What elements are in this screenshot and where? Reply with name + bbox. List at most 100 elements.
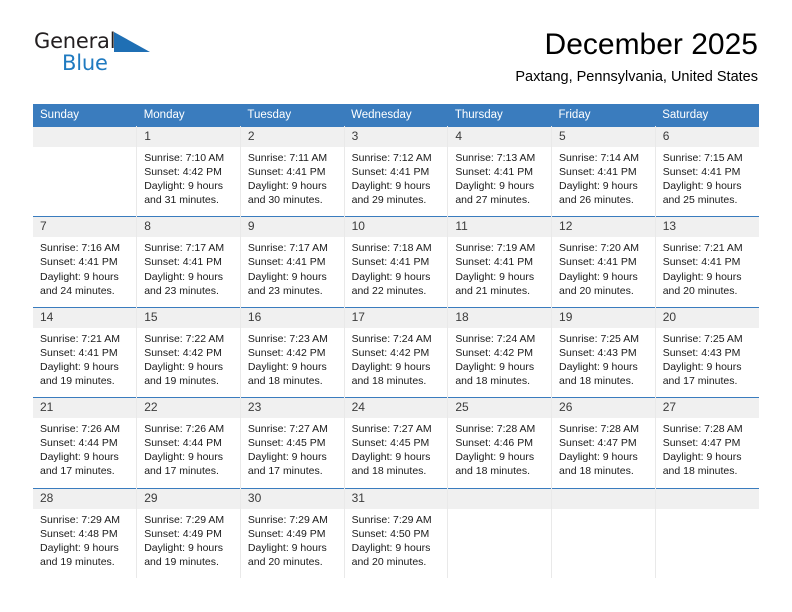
calendar-day-cell[interactable]: 2 Sunrise: 7:11 AM Sunset: 4:41 PM Daylight… [240,125,345,217]
day-number: 9 [240,217,344,238]
sunset-text: Sunset: 4:41 PM [559,166,637,179]
sunrise-text: Sunrise: 7:20 AM [559,242,639,255]
calendar-day-cell[interactable]: 15 Sunrise: 7:22 AM Sunset: 4:42 PM Dayligh… [136,306,241,398]
day-number: 26 [552,398,655,419]
sunrise-text: Sunrise: 7:26 AM [144,423,225,436]
daylight-text-line2: and 18 minutes. [559,465,634,478]
day-number: 5 [552,127,655,147]
calendar-cell-empty [33,125,138,217]
sunset-text: Sunset: 4:42 PM [144,346,222,359]
calendar-day-cell[interactable]: 11 Sunrise: 7:19 AM Sunset: 4:41 PM Dayligh… [447,216,553,308]
daylight-text-line1: Daylight: 9 hours [559,360,638,373]
daylight-text-line1: Daylight: 9 hours [662,270,742,283]
calendar-day-cell[interactable]: 18 Sunrise: 7:24 AM Sunset: 4:42 PM Dayligh… [447,306,553,398]
sunrise-text: Sunrise: 7:21 AM [40,332,120,345]
calendar-day-cell[interactable]: 10 Sunrise: 7:18 AM Sunset: 4:41 PM Dayligh… [344,216,449,308]
daylight-text-line2: and 23 minutes. [247,284,323,297]
sunrise-text: Sunrise: 7:10 AM [144,152,225,164]
calendar-day-cell[interactable]: 23 Sunrise: 7:27 AM Sunset: 4:45 PM Dayligh… [240,397,345,488]
calendar-day-cell[interactable]: 16 Sunrise: 7:23 AM Sunset: 4:42 PM Dayligh… [240,306,345,398]
sunset-text: Sunset: 4:41 PM [144,256,222,269]
daylight-text-line2: and 19 minutes. [40,555,115,568]
day-info: Sunrise: 7:22 AM Sunset: 4:42 PM Daylight:… [137,328,240,397]
sunset-text: Sunset: 4:47 PM [559,437,637,450]
sunset-text: Sunset: 4:45 PM [247,437,326,450]
calendar-day-cell[interactable]: 27 Sunrise: 7:28 AM Sunset: 4:47 PM Dayligh… [655,397,759,488]
page-title: December 2025 [544,28,758,61]
calendar-day-cell[interactable]: 30 Sunrise: 7:29 AM Sunset: 4:49 PM Dayligh… [240,487,345,578]
sunrise-text: Sunrise: 7:13 AM [455,152,536,164]
day-number: 27 [655,398,759,419]
general-blue-logo[interactable]: General Blue [34,30,164,78]
sunrise-text: Sunrise: 7:24 AM [351,332,432,345]
daylight-text-line2: and 31 minutes. [144,194,219,207]
calendar-day-cell[interactable]: 22 Sunrise: 7:26 AM Sunset: 4:44 PM Dayligh… [136,397,241,488]
calendar-day-cell[interactable]: 4 Sunrise: 7:13 AM Sunset: 4:41 PM Daylight… [447,125,553,217]
day-info: Sunrise: 7:13 AM Sunset: 4:41 PM Daylight:… [448,147,551,216]
sunrise-text: Sunrise: 7:27 AM [247,423,328,436]
day-number [448,488,552,509]
sunrise-text: Sunrise: 7:14 AM [559,152,639,164]
calendar-day-cell[interactable]: 31 Sunrise: 7:29 AM Sunset: 4:50 PM Dayligh… [344,487,449,578]
day-info: Sunrise: 7:12 AM Sunset: 4:41 PM Daylight:… [345,147,448,216]
daylight-text-line2: and 20 minutes. [559,284,634,297]
calendar-day-cell[interactable]: 14 Sunrise: 7:21 AM Sunset: 4:41 PM Dayligh… [33,306,138,398]
calendar-page: General Blue December 2025 Paxtang, Penn… [0,0,792,612]
calendar-day-cell[interactable]: 9 Sunrise: 7:17 AM Sunset: 4:41 PM Daylight… [240,216,345,308]
daylight-text-line2: and 24 minutes. [40,284,115,297]
sunset-text: Sunset: 4:42 PM [144,166,222,179]
day-number: 19 [552,307,655,328]
daylight-text-line2: and 17 minutes. [40,465,115,478]
sunset-text: Sunset: 4:46 PM [455,437,533,450]
calendar-day-cell[interactable]: 21 Sunrise: 7:26 AM Sunset: 4:44 PM Dayligh… [33,397,138,488]
weekday-header-sunday: Sunday [33,104,137,127]
calendar-day-cell[interactable]: 12 Sunrise: 7:20 AM Sunset: 4:41 PM Dayligh… [551,216,656,308]
calendar-day-cell[interactable]: 26 Sunrise: 7:28 AM Sunset: 4:47 PM Dayligh… [551,397,656,488]
calendar-day-cell[interactable]: 5 Sunrise: 7:14 AM Sunset: 4:41 PM Daylight… [551,125,656,217]
sunset-text: Sunset: 4:44 PM [40,437,118,450]
calendar-day-cell[interactable]: 13 Sunrise: 7:21 AM Sunset: 4:41 PM Dayligh… [655,216,759,308]
calendar-day-cell[interactable]: 8 Sunrise: 7:17 AM Sunset: 4:41 PM Daylight… [136,216,241,308]
sunrise-text: Sunrise: 7:17 AM [144,242,225,255]
logo-text-blue: Blue [62,51,108,75]
day-number: 28 [33,488,137,509]
daylight-text-line1: Daylight: 9 hours [144,270,223,283]
sunrise-text: Sunrise: 7:19 AM [455,242,536,255]
daylight-text-line2: and 18 minutes. [559,375,634,388]
calendar-day-cell[interactable]: 20 Sunrise: 7:25 AM Sunset: 4:43 PM Dayligh… [655,306,759,398]
daylight-text-line2: and 18 minutes. [455,465,531,478]
sunrise-text: Sunrise: 7:11 AM [247,152,328,164]
calendar-day-cell[interactable]: 17 Sunrise: 7:24 AM Sunset: 4:42 PM Dayligh… [344,306,449,398]
day-info: Sunrise: 7:23 AM Sunset: 4:42 PM Daylight:… [241,328,344,397]
weekday-header-friday: Friday [551,104,656,127]
daylight-text-line1: Daylight: 9 hours [247,270,327,283]
calendar-day-cell[interactable]: 28 Sunrise: 7:29 AM Sunset: 4:48 PM Dayligh… [33,487,138,578]
day-number: 18 [448,307,552,328]
calendar-day-cell[interactable]: 25 Sunrise: 7:28 AM Sunset: 4:46 PM Dayligh… [447,397,553,488]
sunset-text: Sunset: 4:48 PM [40,527,118,540]
calendar-day-cell[interactable]: 24 Sunrise: 7:27 AM Sunset: 4:45 PM Dayligh… [344,397,449,488]
calendar-day-cell[interactable]: 7 Sunrise: 7:16 AM Sunset: 4:41 PM Daylight… [33,216,138,308]
calendar-day-cell[interactable]: 29 Sunrise: 7:29 AM Sunset: 4:49 PM Dayligh… [136,487,241,578]
daylight-text-line1: Daylight: 9 hours [559,270,638,283]
calendar-day-cell[interactable]: 1 Sunrise: 7:10 AM Sunset: 4:42 PM Daylight… [136,125,241,217]
location-subtitle: Paxtang, Pennsylvania, United States [515,69,758,85]
sunrise-text: Sunrise: 7:26 AM [40,423,120,436]
sunset-text: Sunset: 4:41 PM [351,166,430,179]
daylight-text-line2: and 20 minutes. [662,284,738,297]
calendar-day-cell[interactable]: 3 Sunrise: 7:12 AM Sunset: 4:41 PM Daylight… [344,125,449,217]
sunrise-text: Sunrise: 7:28 AM [662,423,743,436]
day-info: Sunrise: 7:16 AM Sunset: 4:41 PM Daylight:… [33,237,136,306]
daylight-text-line1: Daylight: 9 hours [247,180,327,193]
calendar-day-cell[interactable]: 6 Sunrise: 7:15 AM Sunset: 4:41 PM Daylight… [655,125,759,217]
daylight-text-line2: and 18 minutes. [662,465,738,478]
calendar-week-row: 21 Sunrise: 7:26 AM Sunset: 4:44 PM Dayligh… [33,397,759,488]
sunset-text: Sunset: 4:41 PM [40,346,118,359]
sunset-text: Sunset: 4:42 PM [247,346,326,359]
calendar-day-cell[interactable]: 19 Sunrise: 7:25 AM Sunset: 4:43 PM Dayligh… [551,306,656,398]
sunrise-text: Sunrise: 7:24 AM [455,332,536,345]
sunset-text: Sunset: 4:49 PM [247,527,326,540]
calendar-week-row: 28 Sunrise: 7:29 AM Sunset: 4:48 PM Dayligh… [33,487,759,578]
sunset-text: Sunset: 4:43 PM [662,346,741,359]
calendar-week-row: 7 Sunrise: 7:16 AM Sunset: 4:41 PM Daylight… [33,216,759,308]
